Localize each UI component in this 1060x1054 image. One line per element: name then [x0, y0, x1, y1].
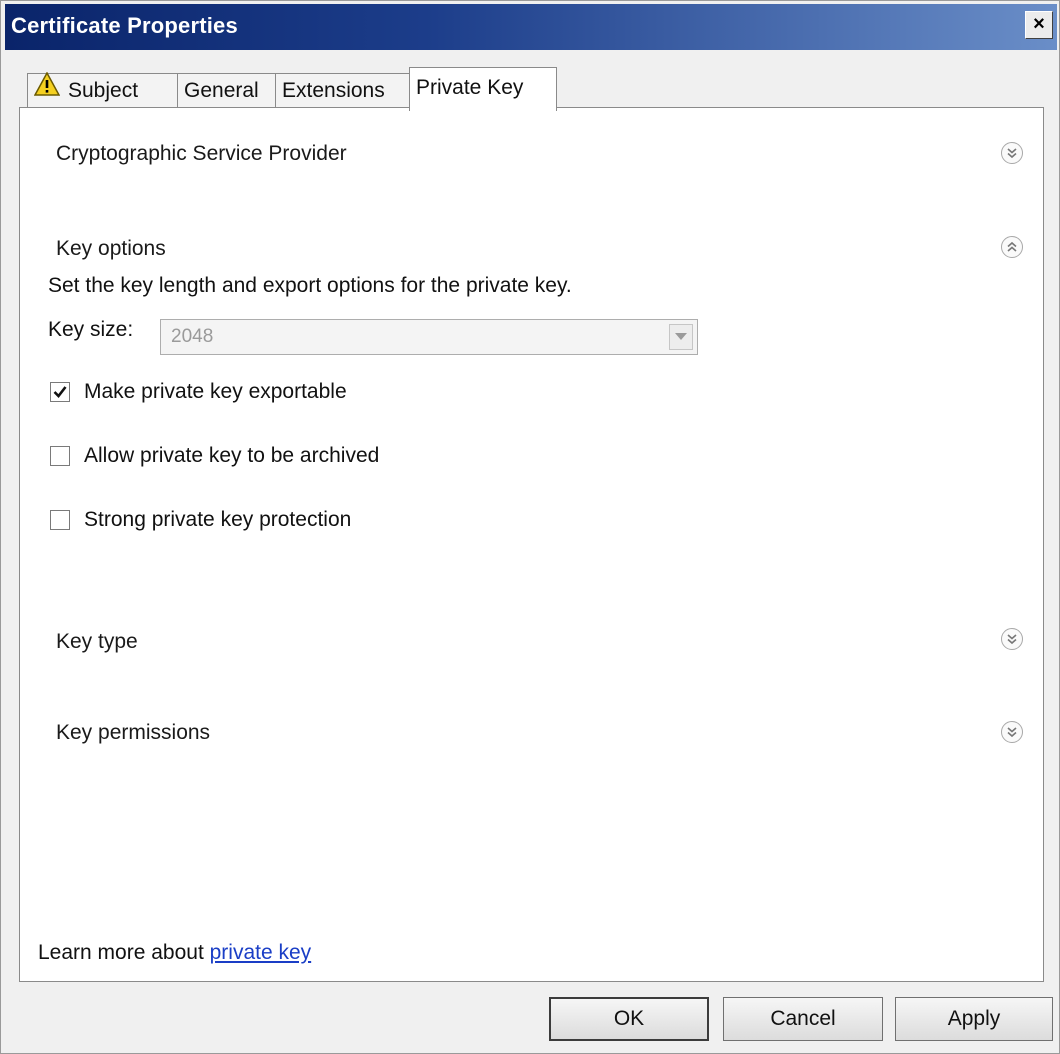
close-icon: × [1033, 13, 1045, 35]
tab-extensions-label: Extensions [282, 79, 385, 102]
title-bar: Certificate Properties × [5, 4, 1057, 50]
collapse-key-options-button[interactable] [1001, 236, 1023, 258]
key-size-select[interactable]: 2048 [160, 319, 698, 355]
private-key-panel: Cryptographic Service Provider Key optio… [19, 107, 1044, 982]
key-size-label: Key size: [48, 318, 134, 341]
expand-csp-button[interactable] [1001, 142, 1023, 164]
key-type-section-header[interactable]: Key type [56, 630, 138, 654]
warning-icon [33, 71, 61, 107]
key-options-description: Set the key length and export options fo… [48, 274, 572, 297]
chevron-up-icon [1007, 241, 1017, 252]
tab-private-key[interactable]: Private Key [409, 67, 557, 111]
chevron-down-icon [675, 333, 687, 340]
checkmark-icon [53, 386, 67, 398]
expand-key-type-button[interactable] [1001, 628, 1023, 650]
chevron-down-icon [1007, 634, 1017, 645]
key-options-section-header[interactable]: Key options [56, 237, 166, 261]
key-size-dropdown-button[interactable] [669, 324, 693, 350]
strong-protection-checkbox[interactable] [50, 510, 70, 530]
strong-protection-label: Strong private key protection [84, 508, 352, 531]
tab-extensions[interactable]: Extensions [275, 73, 411, 109]
chevron-down-icon [1007, 727, 1017, 738]
tab-general-label: General [184, 79, 259, 102]
exportable-checkbox[interactable] [50, 382, 70, 402]
apply-button[interactable]: Apply [895, 997, 1053, 1041]
exportable-label: Make private key exportable [84, 380, 347, 403]
tab-general[interactable]: General [177, 73, 277, 109]
key-size-value: 2048 [171, 326, 214, 347]
tab-subject-label: Subject [68, 79, 139, 102]
private-key-link[interactable]: private key [210, 941, 312, 964]
expand-key-permissions-button[interactable] [1001, 721, 1023, 743]
archive-label: Allow private key to be archived [84, 444, 380, 467]
cancel-button[interactable]: Cancel [723, 997, 883, 1041]
csp-section-header[interactable]: Cryptographic Service Provider [56, 142, 347, 166]
chevron-down-icon [1007, 148, 1017, 159]
archive-checkbox[interactable] [50, 446, 70, 466]
close-button[interactable]: × [1025, 11, 1053, 39]
window-title: Certificate Properties [11, 13, 238, 38]
ok-button[interactable]: OK [549, 997, 709, 1041]
learn-more-prefix: Learn more about [38, 941, 210, 964]
certificate-properties-dialog: Certificate Properties × Subject General… [0, 0, 1060, 1054]
tab-private-key-label: Private Key [416, 76, 524, 99]
key-permissions-section-header[interactable]: Key permissions [56, 721, 210, 745]
learn-more-text: Learn more about private key [38, 941, 311, 965]
tab-subject[interactable]: Subject [27, 71, 179, 109]
